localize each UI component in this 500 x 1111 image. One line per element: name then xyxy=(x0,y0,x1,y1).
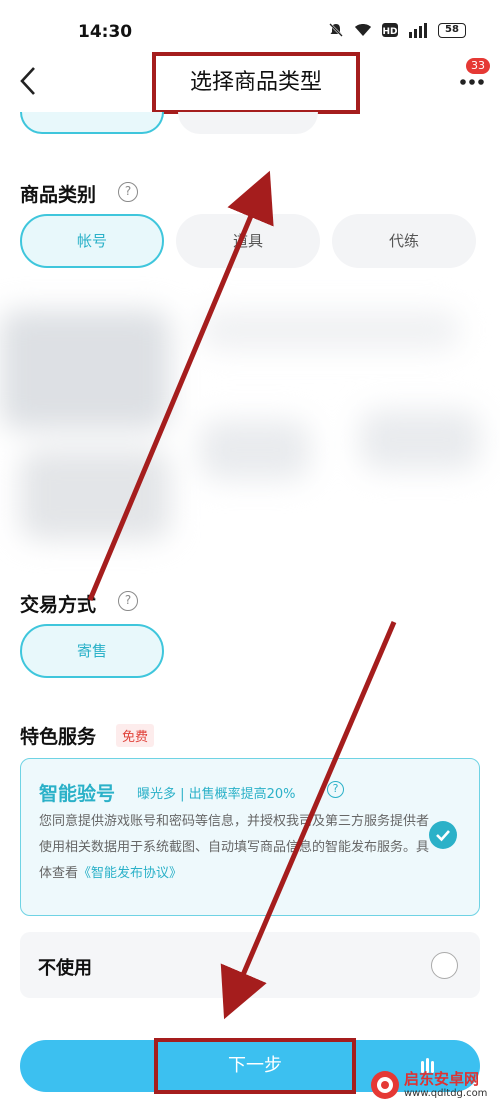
watermark-title: 启东安卓网 xyxy=(404,1070,480,1088)
smart-verify-description: 您同意提供游戏账号和密码等信息，并授权我司及第三方服务提供者使用相关数据用于系统… xyxy=(39,809,439,887)
watermark: 启东安卓网 www.qdltdg.com xyxy=(370,1064,500,1108)
hd-icon: HD xyxy=(382,23,398,37)
help-icon[interactable]: ? xyxy=(118,182,138,202)
radio-button[interactable] xyxy=(431,952,458,979)
chip-item[interactable]: 道具 xyxy=(176,214,320,268)
selected-check[interactable] xyxy=(429,821,457,849)
chevron-left-icon xyxy=(20,67,35,95)
agreement-link[interactable]: 《智能发布协议》 xyxy=(78,866,182,881)
no-use-option[interactable]: 不使用 xyxy=(20,932,480,998)
services-label: 特色服务 xyxy=(20,726,97,748)
chip-account[interactable]: 帐号 xyxy=(20,214,164,268)
watermark-url: www.qdltdg.com xyxy=(404,1088,488,1099)
wifi-icon xyxy=(355,24,371,36)
scrolled-chip-selected[interactable] xyxy=(20,112,164,134)
help-icon[interactable]: ? xyxy=(118,591,138,611)
smart-verify-subtitle: 曝光多 | 出售概率提高20% xyxy=(137,787,296,802)
signal-icon xyxy=(409,23,427,38)
smart-verify-title: 智能验号 xyxy=(39,783,116,805)
next-button-label[interactable]: 下一步 xyxy=(154,1038,356,1094)
category-label: 商品类别 xyxy=(20,184,97,206)
help-icon[interactable]: ? xyxy=(327,781,344,798)
chip-consignment[interactable]: 寄售 xyxy=(20,624,164,678)
smart-verify-card[interactable]: 智能验号 曝光多 | 出售概率提高20% ? 您同意提供游戏账号和密码等信息，并… xyxy=(20,758,480,916)
blurred-content xyxy=(0,290,500,570)
battery-indicator: 58 xyxy=(438,22,466,38)
notification-badge: 33 xyxy=(466,58,490,74)
status-time: 14:30 xyxy=(78,22,133,42)
free-tag: 免费 xyxy=(116,724,155,747)
chip-boosting[interactable]: 代练 xyxy=(332,214,476,268)
scrolled-chip[interactable] xyxy=(178,112,318,134)
checkmark-icon xyxy=(436,830,450,842)
status-icons: HD 58 xyxy=(328,22,466,38)
svg-text:HD: HD xyxy=(382,27,397,37)
watermark-logo-icon xyxy=(371,1071,399,1099)
trade-label: 交易方式 xyxy=(20,594,97,616)
back-button[interactable] xyxy=(12,62,46,100)
no-use-label: 不使用 xyxy=(38,958,92,979)
page-title: 选择商品类型 xyxy=(152,52,360,114)
mute-bell-icon xyxy=(329,23,343,37)
